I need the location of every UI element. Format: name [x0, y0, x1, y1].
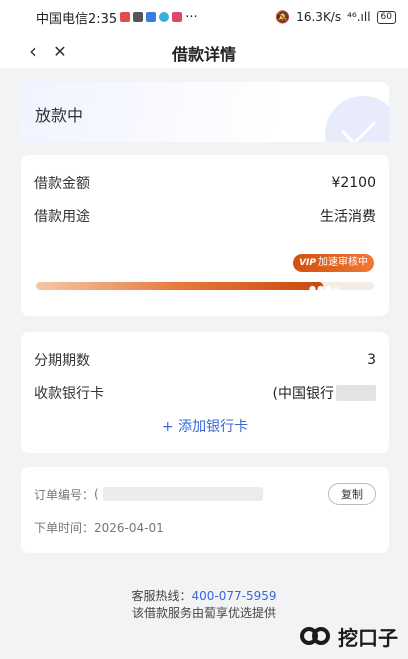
review-progress-fill [36, 282, 324, 290]
periods-label: 分期期数 [34, 353, 90, 369]
periods-row: 分期期数 3 [34, 350, 376, 370]
order-number-row: 订单编号： ( 复制 [34, 483, 376, 505]
status-right: 🔕 16.3K/s ⁴⁶.ıll 60 [275, 10, 396, 24]
bell-icon [133, 12, 144, 22]
page-title: 借款详情 [171, 45, 236, 64]
bank-card-mask [336, 385, 376, 401]
amount-label: 借款金额 [34, 176, 90, 192]
hotline-label: 客服热线： [131, 589, 192, 603]
nav-bar: ‹ ✕ 借款详情 [0, 34, 408, 68]
battery-icon: 60 [376, 10, 396, 24]
mute-icon: 🔕 [275, 10, 291, 24]
carrier-time: 中国电信2:35 [36, 11, 118, 27]
purpose-value: 生活消费 [320, 209, 376, 225]
amount-card: 借款金额 ¥2100 借款用途 生活消费 VIP 加速审核中 ●●●➜ [21, 155, 389, 316]
signal-icon: ⁴⁶.ıll [347, 10, 371, 24]
order-number-value: ( [94, 487, 99, 501]
order-time-label: 下单时间： [34, 521, 95, 535]
watermark-text: 挖口子 [338, 626, 398, 650]
status-left: 中国电信2:35 ··· [36, 8, 198, 27]
order-time-value: 2026-04-01 [94, 520, 164, 535]
loan-detail-screen: 中国电信2:35 ··· 🔕 16.3K/s ⁴⁶.ıll 60 ‹ ✕ 借款详… [0, 0, 408, 659]
bank-card-value: (中国银行 [273, 383, 376, 403]
add-bank-card-button[interactable]: + 添加银行卡 [21, 416, 389, 436]
footer: 客服热线：400-077-5959 该借款服务由蔔享优选提供 [0, 588, 408, 622]
bank-card-label: 收款银行卡 [34, 386, 104, 402]
amount-row: 借款金额 ¥2100 [34, 173, 376, 193]
watermark: 挖口子 [300, 622, 398, 651]
order-number-mask [102, 487, 263, 501]
progress-dots-icon: ●●●➜ [309, 284, 341, 293]
browser-icon [159, 12, 170, 22]
loan-status-banner: 放款中 [21, 82, 389, 142]
provider-text: 该借款服务由蔔享优选提供 [131, 606, 276, 620]
check-icon [325, 96, 389, 142]
network-speed: 16.3K/s [296, 10, 342, 24]
news-icon [172, 12, 183, 22]
loan-status-text: 放款中 [35, 106, 84, 125]
status-bar: 中国电信2:35 ··· 🔕 16.3K/s ⁴⁶.ıll 60 [0, 0, 408, 34]
amount-value: ¥2100 [331, 175, 376, 191]
app-icon [146, 12, 157, 22]
watermark-logo-icon [300, 626, 334, 648]
bank-card-row[interactable]: 收款银行卡 (中国银行 [34, 383, 376, 403]
review-status-text: 加速审核中 [318, 257, 368, 268]
periods-value: 3 [367, 352, 376, 368]
order-card: 订单编号： ( 复制 下单时间： 2026-04-01 [21, 467, 389, 553]
bank-name: (中国银行 [272, 386, 334, 402]
notification-icon [120, 12, 131, 22]
more-notifications: ··· [185, 9, 198, 25]
purpose-label: 借款用途 [34, 209, 90, 225]
order-number-label: 订单编号： [34, 487, 95, 502]
installment-card: 分期期数 3 收款银行卡 (中国银行 + 添加银行卡 [21, 332, 389, 453]
vip-icon: VIP [299, 258, 316, 268]
copy-button[interactable]: 复制 [328, 483, 376, 505]
hotline-number[interactable]: 400-077-5959 [192, 589, 277, 603]
order-time-row: 下单时间： 2026-04-01 [34, 519, 376, 536]
hotline: 客服热线：400-077-5959 [0, 588, 408, 605]
review-status-badge: VIP 加速审核中 [293, 254, 374, 272]
purpose-row: 借款用途 生活消费 [34, 206, 376, 226]
